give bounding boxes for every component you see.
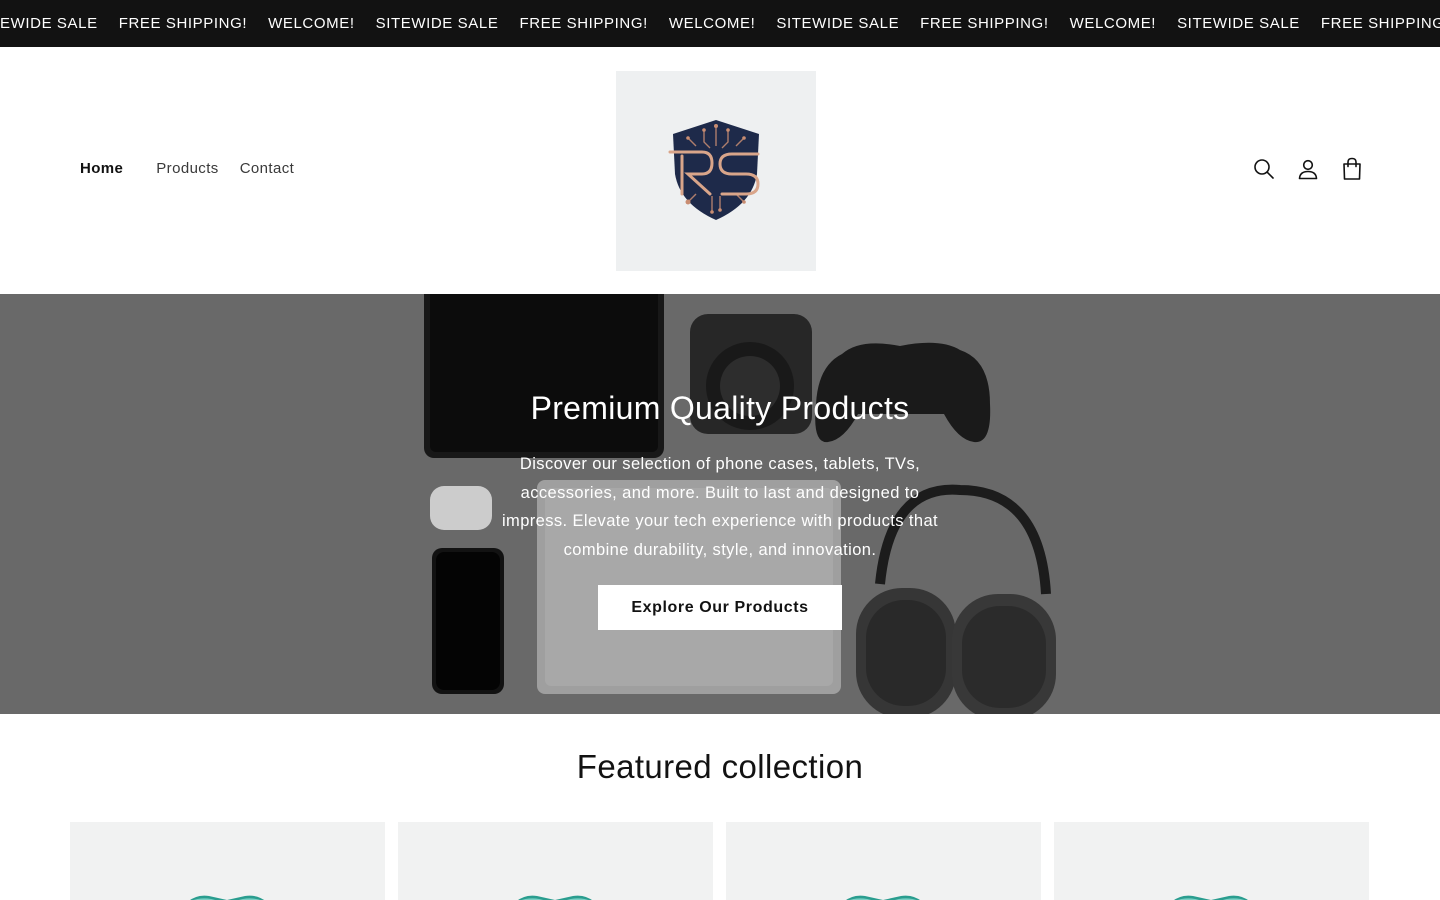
account-icon[interactable]: [1296, 157, 1320, 181]
product-card[interactable]: [726, 822, 1041, 900]
rs-shield-logo-icon: [668, 120, 760, 220]
product-grid: [70, 822, 1369, 900]
hero-title: Premium Quality Products: [530, 390, 910, 426]
announcement-item: FREE SHIPPING!: [920, 15, 1049, 32]
nav-link-products[interactable]: Products: [156, 160, 218, 177]
nav-link-home[interactable]: Home: [80, 160, 123, 177]
cart-icon[interactable]: [1340, 157, 1364, 181]
hero-description: Discover our selection of phone cases, t…: [501, 455, 939, 560]
announcement-item: EWIDE SALE: [0, 15, 98, 32]
announcement-item: WELCOME!: [268, 15, 355, 32]
product-card[interactable]: [70, 822, 385, 900]
product-image-icon: [1173, 895, 1249, 900]
announcement-item: SITEWIDE SALE: [1177, 15, 1300, 32]
product-image-icon: [189, 895, 265, 900]
featured-collection-title: Featured collection: [576, 748, 864, 785]
product-card[interactable]: [398, 822, 713, 900]
product-image-icon: [845, 895, 921, 900]
hero-content: Premium Quality Products Discover our se…: [470, 386, 970, 630]
product-image-icon: [517, 895, 593, 900]
header-icons: [1232, 157, 1364, 181]
announcement-item: WELCOME!: [668, 15, 756, 32]
announcement-item: SITEWIDE SALE: [375, 15, 499, 32]
announcement-bar: EWIDE SALE FREE SHIPPING! WELCOME! SITEW…: [0, 0, 1440, 47]
nav-link-contact[interactable]: Contact: [240, 160, 295, 177]
explore-products-button[interactable]: Explore Our Products: [598, 584, 842, 630]
search-icon[interactable]: [1252, 157, 1276, 181]
announcement-track: EWIDE SALE FREE SHIPPING! WELCOME! SITEW…: [0, 0, 1440, 47]
product-card[interactable]: [1054, 822, 1369, 900]
announcement-item: SITEWIDE SALE: [776, 15, 900, 32]
announcement-item: FREE SHIPPING!: [118, 15, 248, 32]
hero-banner: Premium Quality Products Discover our se…: [0, 294, 1440, 714]
announcement-item: FREE SHIPPING!: [519, 15, 648, 32]
site-header: Home Products Contact: [0, 47, 1440, 294]
announcement-item: WELCOME!: [1069, 15, 1157, 32]
announcement-item: FREE SHIPPING!: [1320, 15, 1440, 32]
main-nav: Home Products Contact: [80, 160, 315, 177]
site-logo[interactable]: [616, 71, 816, 271]
